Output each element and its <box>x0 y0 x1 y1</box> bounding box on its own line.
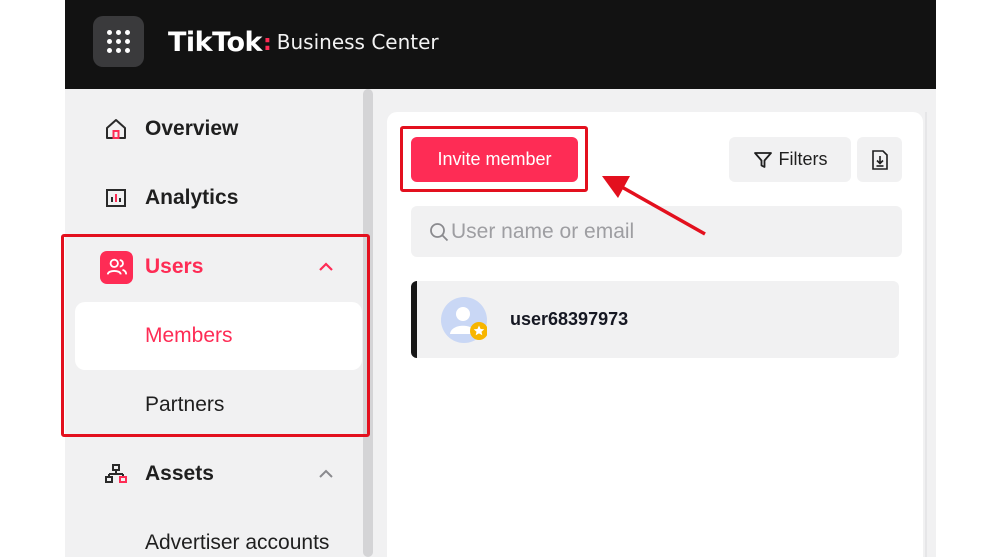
home-icon <box>103 116 129 142</box>
default-avatar-icon <box>441 297 487 343</box>
sidebar-item-partners[interactable]: Partners <box>65 377 365 433</box>
brand-product-name: Business Center <box>276 30 439 54</box>
sidebar-item-overview[interactable]: Overview <box>65 101 365 157</box>
export-button[interactable] <box>857 137 902 182</box>
sidebar-item-advertiser-accounts[interactable]: Advertiser accounts <box>65 515 365 557</box>
brand-separator: : <box>262 30 272 56</box>
chevron-up-icon[interactable] <box>317 465 335 483</box>
top-bar: TikTok : Business Center <box>65 0 936 89</box>
filters-label: Filters <box>778 149 828 169</box>
member-list-item[interactable]: user68397973 <box>411 281 899 358</box>
sidebar-item-label: Users <box>145 255 204 278</box>
sidebar-item-members[interactable]: Members <box>65 308 365 364</box>
search-field[interactable] <box>411 206 902 257</box>
sidebar-item-assets[interactable]: Assets <box>65 446 365 502</box>
chart-icon <box>103 185 129 211</box>
filters-button[interactable]: Filters <box>729 137 851 182</box>
member-name: user68397973 <box>510 309 629 329</box>
hierarchy-icon <box>103 461 129 487</box>
sidebar-item-label: Analytics <box>145 186 239 209</box>
search-input[interactable] <box>451 219 881 244</box>
sidebar-item-label: Overview <box>145 117 239 140</box>
sidebar-item-users[interactable]: Users <box>65 239 365 295</box>
users-icon <box>100 250 133 284</box>
sidebar-item-analytics[interactable]: Analytics <box>65 170 365 226</box>
filter-icon <box>753 151 772 168</box>
search-icon <box>430 222 449 241</box>
tiktok-logo: TikTok <box>168 26 262 58</box>
sidebar-subitem-label: Members <box>145 324 233 347</box>
invite-member-button[interactable]: Invite member <box>411 137 578 182</box>
sidebar-subitem-label: Partners <box>145 393 225 416</box>
panel-divider <box>925 112 927 557</box>
grid-dots-icon[interactable] <box>93 16 144 67</box>
sidebar-item-label: Assets <box>145 462 214 485</box>
brand[interactable]: TikTok : Business Center <box>168 24 439 60</box>
chevron-up-icon[interactable] <box>317 258 335 276</box>
download-icon <box>871 149 888 170</box>
sidebar-subitem-label: Advertiser accounts <box>145 531 330 554</box>
